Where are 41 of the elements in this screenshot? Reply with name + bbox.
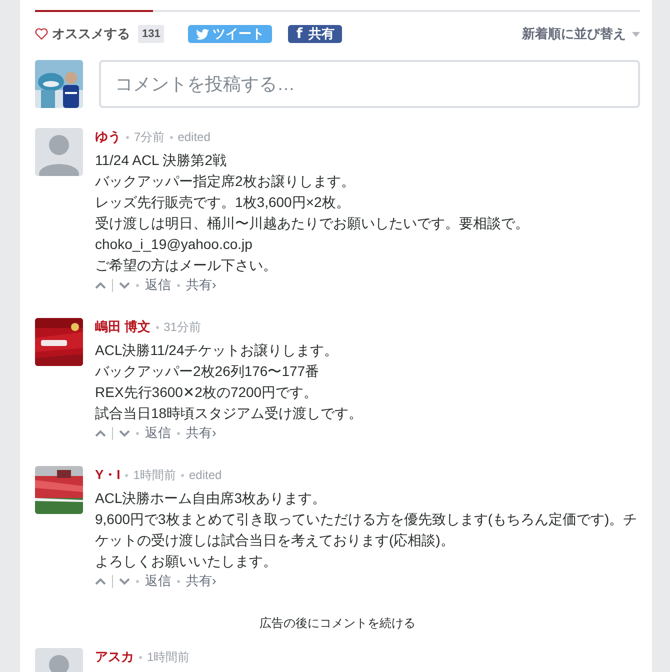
upvote-icon[interactable] [95, 578, 106, 584]
comment-text: 試合当日18時頃スタジアム受け渡しです。 [95, 404, 364, 423]
comment-text: 9,600円で3枚まとめて引き取っていただける方を優先致します(もちろん定価です)。チケットの受け渡しは試合当日を考えております(応相談)。 [95, 510, 638, 550]
author-link[interactable]: Y・I [95, 465, 120, 485]
edited-label: edited [188, 467, 222, 484]
author-link[interactable]: 嶋田 博文 [95, 317, 151, 337]
comment-text: ご希望の方はメール下さい。 [95, 256, 278, 275]
ad-notice: 広告の後にコメントを続ける [258, 615, 416, 632]
reply-button[interactable]: 返信 [145, 423, 171, 443]
sort-dropdown[interactable]: 新着順に並び替え [522, 24, 640, 44]
comment-text: ACL決勝11/24チケットお譲りします。 [95, 341, 340, 360]
comment-input[interactable]: コメントを投稿する… [99, 60, 640, 108]
downvote-icon[interactable] [119, 430, 130, 436]
downvote-icon[interactable] [119, 578, 130, 584]
recommend-count: 131 [138, 24, 164, 44]
downvote-icon[interactable] [119, 282, 130, 288]
heart-icon[interactable] [35, 28, 48, 40]
comment-text: バックアッパー2枚26列176〜177番 [95, 362, 320, 381]
avatar-icon [35, 128, 83, 176]
author-link[interactable]: ゆう [95, 127, 121, 147]
caret-icon [632, 32, 640, 36]
share-button[interactable]: 共有› [186, 571, 216, 591]
author-link[interactable]: アスカ [95, 647, 134, 667]
upvote-icon[interactable] [95, 430, 106, 436]
share-button[interactable]: 共有› [186, 275, 216, 295]
recommend-button[interactable]: オススメする [52, 24, 130, 44]
reply-button[interactable]: 返信 [145, 275, 171, 295]
upvote-icon[interactable] [95, 282, 106, 288]
comment-text: レッズ先行販売です。1枚3,600円×2枚。 [95, 193, 351, 212]
comment-text: REX先行3600✕2枚の7200円です。 [95, 383, 319, 402]
share-button[interactable]: 共有› [186, 423, 216, 443]
comment-text: ACL決勝ホーム自由席3枚あります。 [95, 489, 328, 508]
bird-icon [196, 28, 210, 40]
comment-text: 受け渡しは明日、桶川〜川越あたりでお願いしたいです。要相談で。 [95, 214, 530, 233]
reply-button[interactable]: 返信 [145, 571, 171, 591]
facebook-share-button[interactable]: f 共有 [288, 25, 342, 43]
comment-text: choko_i_19@yahoo.co.jp [95, 235, 254, 254]
edited-label: edited [178, 129, 210, 146]
comment-text: バックアッパー指定席2枚お譲りします。 [95, 172, 356, 191]
comment-text: 11/24 ACL 決勝第2戦 [95, 151, 228, 170]
comment-text: よろしくお願いいたします。 [95, 552, 278, 571]
